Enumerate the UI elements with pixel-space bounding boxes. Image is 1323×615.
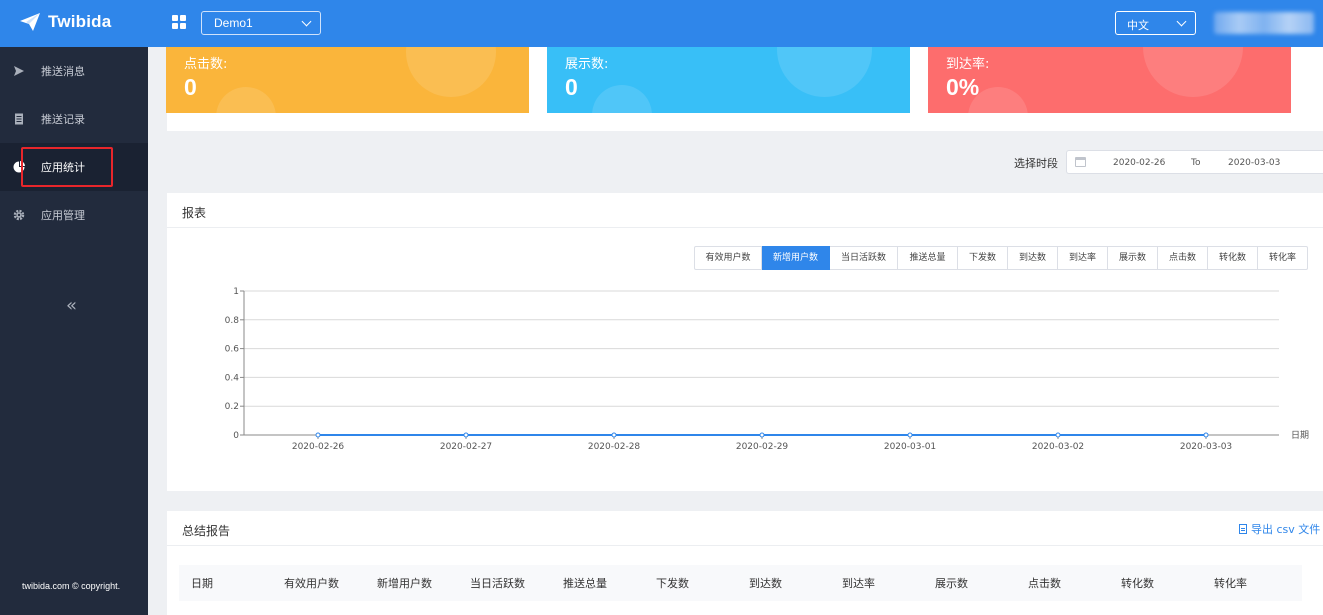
table-column-header: 转化数: [1121, 577, 1154, 590]
y-tick-label: 0.4: [225, 373, 240, 383]
tab-metric[interactable]: 当日活跃数: [830, 246, 898, 270]
stat-value: 0: [565, 74, 578, 100]
start-date[interactable]: 2020-02-26: [1113, 158, 1165, 168]
tab-metric[interactable]: 推送总量: [898, 246, 958, 270]
divider: [167, 545, 1323, 546]
top-bar: Twibida Demo1 中文: [0, 0, 1323, 47]
x-tick-label: 2020-02-26: [292, 442, 345, 452]
stat-card-impressions: 展示数: 0: [547, 47, 910, 113]
tab-metric[interactable]: 转化率: [1258, 246, 1308, 270]
export-csv-button[interactable]: 导出 csv 文件: [1239, 521, 1320, 537]
y-tick-label: 0.8: [225, 316, 240, 326]
table-column-header: 当日活跃数: [470, 577, 525, 590]
language-select-value: 中文: [1127, 19, 1149, 32]
app-select-value: Demo1: [214, 16, 253, 30]
table-column-header: 到达率: [842, 577, 875, 590]
date-range-picker[interactable]: 2020-02-26 To 2020-03-03: [1066, 150, 1323, 174]
sidebar-item-label: 推送消息: [41, 65, 85, 78]
sidebar-item-app-management[interactable]: 应用管理: [0, 191, 148, 239]
collapse-sidebar-icon[interactable]: «: [66, 297, 77, 315]
tab-metric[interactable]: 点击数: [1158, 246, 1208, 270]
send-icon: [14, 66, 24, 76]
sidebar-item-label: 应用统计: [41, 161, 85, 174]
y-tick-label: 1: [233, 287, 239, 297]
chevron-down-icon: [301, 16, 312, 27]
chevron-down-icon: [1176, 16, 1187, 27]
language-select[interactable]: 中文: [1115, 11, 1196, 35]
tab-metric[interactable]: 展示数: [1108, 246, 1158, 270]
end-date[interactable]: 2020-03-03: [1228, 158, 1280, 168]
data-point: [315, 432, 321, 438]
copyright-text: twibida.com © copyright.: [22, 581, 121, 591]
tab-metric[interactable]: 新增用户数: [762, 246, 830, 270]
tab-metric[interactable]: 有效用户数: [694, 246, 762, 270]
data-point: [611, 432, 617, 438]
y-tick-label: 0.6: [225, 345, 240, 355]
tab-metric[interactable]: 下发数: [958, 246, 1008, 270]
app-select[interactable]: Demo1: [201, 11, 321, 35]
table-column-header: 转化率: [1214, 577, 1247, 590]
table-column-header: 推送总量: [563, 577, 607, 590]
summary-table-header: 日期 有效用户数 新增用户数 当日活跃数 推送总量 下发数 到达数 到达率 展示数 点击数 转化数 转…: [179, 565, 1302, 601]
data-point: [759, 432, 765, 438]
x-tick-label: 2020-03-02: [1032, 442, 1084, 452]
x-axis-label: 日期: [1291, 430, 1309, 441]
table-column-header: 日期: [191, 577, 213, 590]
data-point: [1203, 432, 1209, 438]
stat-card-clicks: 点击数: 0: [166, 47, 529, 113]
line-chart: 1 0.8 0.6 0.4 0.2 0 2020-02-26 2020-02-27 2020-0…: [225, 287, 1309, 452]
summary-title: 总结报告: [182, 524, 231, 538]
stat-label: 点击数:: [184, 57, 228, 72]
x-tick-label: 2020-02-28: [588, 442, 641, 452]
sidebar-item-label: 应用管理: [41, 209, 85, 222]
sidebar: 推送消息 推送记录 应用统计 应用管理 « twibida.com © copy…: [0, 47, 148, 615]
pie-chart-icon: [13, 161, 25, 173]
calendar-icon: [1075, 157, 1086, 167]
x-tick-label: 2020-03-01: [884, 442, 936, 452]
apps-grid-icon[interactable]: [172, 15, 186, 29]
data-point: [463, 432, 469, 438]
gear-icon: [13, 209, 25, 221]
sidebar-item-app-stats[interactable]: 应用统计: [0, 143, 148, 191]
tab-metric[interactable]: 到达数: [1008, 246, 1058, 270]
report-title: 报表: [182, 206, 207, 220]
x-tick-label: 2020-03-03: [1180, 442, 1232, 452]
table-column-header: 点击数: [1028, 577, 1061, 590]
table-column-header: 有效用户数: [284, 577, 339, 590]
table-column-header: 下发数: [656, 577, 689, 590]
x-tick-label: 2020-02-27: [440, 442, 492, 452]
document-icon: [15, 113, 23, 125]
table-column-header: 展示数: [935, 577, 968, 590]
summary-panel: 总结报告 导出 csv 文件 日期 有效用户数 新增用户数 当日活跃数 推送总量 下发数 到…: [167, 511, 1323, 615]
sidebar-item-label: 推送记录: [41, 113, 85, 126]
period-label: 选择时段: [1014, 157, 1058, 170]
export-csv-label: 导出 csv 文件: [1251, 523, 1321, 536]
paper-plane-logo-icon: [20, 13, 40, 31]
stat-card-arrival-rate: 到达率: 0%: [928, 47, 1291, 113]
data-point: [1055, 432, 1061, 438]
y-tick-label: 0: [233, 431, 239, 441]
user-account-blurred[interactable]: [1214, 12, 1314, 34]
main-content: 点击数: 0 展示数: 0 到达率: 0% 选择时段 2020-02-26 To…: [148, 47, 1323, 615]
tab-metric[interactable]: 转化数: [1208, 246, 1258, 270]
brand-logo[interactable]: Twibida: [18, 10, 111, 34]
sidebar-item-push-records[interactable]: 推送记录: [0, 95, 148, 143]
brand-name: Twibida: [48, 12, 112, 31]
tab-metric[interactable]: 到达率: [1058, 246, 1108, 270]
sidebar-item-push-message[interactable]: 推送消息: [0, 47, 148, 95]
table-column-header: 新增用户数: [377, 577, 432, 590]
metric-tabs: 有效用户数 新增用户数 当日活跃数 推送总量 下发数 到达数 到达率 展示数 点击数 转化数 转化率: [694, 246, 1308, 270]
table-column-header: 到达数: [749, 577, 782, 590]
stat-label: 到达率:: [946, 57, 990, 72]
stat-value: 0%: [946, 74, 980, 100]
report-panel: 报表 有效用户数 新增用户数 当日活跃数 推送总量 下发数 到达数 到达率 展示数 点击数 转化数…: [167, 193, 1323, 491]
date-separator: To: [1191, 158, 1201, 168]
data-point: [907, 432, 913, 438]
divider: [167, 227, 1323, 228]
stat-value: 0: [184, 74, 197, 100]
file-icon: [1239, 524, 1247, 534]
stat-label: 展示数:: [565, 57, 609, 72]
x-tick-label: 2020-02-29: [736, 442, 789, 452]
y-tick-label: 0.2: [225, 402, 239, 412]
